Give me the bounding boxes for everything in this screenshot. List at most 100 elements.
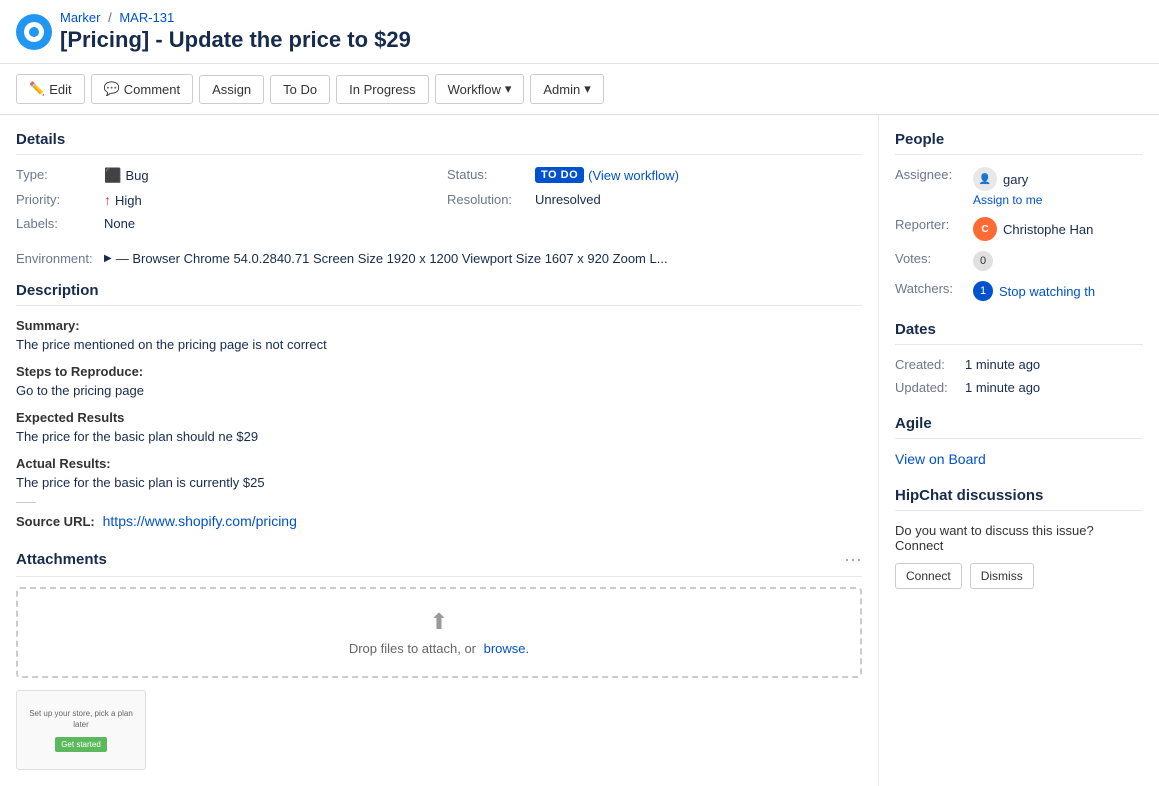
dates-section: Dates Created: 1 minute ago Updated: 1 m… — [895, 321, 1143, 395]
workflow-button[interactable]: Workflow ▾ — [435, 74, 525, 104]
todo-button[interactable]: To Do — [270, 75, 330, 104]
environment-value: ▶ — Browser Chrome 54.0.2840.71 Screen S… — [104, 251, 668, 266]
watchers-label: Watchers: — [895, 281, 965, 296]
issue-title: [Pricing] - Update the price to $29 — [60, 27, 411, 53]
summary-block: Summary: The price mentioned on the pric… — [16, 318, 862, 352]
hipchat-text: Do you want to discuss this issue? Conne… — [895, 523, 1143, 553]
watchers-value: 1 Stop watching th — [973, 281, 1095, 301]
assignee-value: 👤 gary Assign to me — [973, 167, 1042, 207]
workflow-dropdown-icon: ▾ — [505, 81, 512, 97]
reporter-value: C Christophe Han — [973, 217, 1093, 241]
source-url-link[interactable]: https://www.shopify.com/pricing — [103, 513, 297, 529]
reporter-name: Christophe Han — [1003, 222, 1093, 237]
attachments-title: Attachments — [16, 551, 107, 568]
votes-label: Votes: — [895, 251, 965, 266]
assign-button[interactable]: Assign — [199, 75, 264, 104]
thumbnail-container: Set up your store, pick a plan later Get… — [16, 690, 862, 770]
priority-label: Priority: — [16, 192, 96, 207]
labels-row: Labels: None — [16, 216, 431, 231]
updated-label: Updated: — [895, 380, 965, 395]
app-logo — [16, 14, 52, 50]
type-row: Type: ⬛ Bug — [16, 167, 431, 184]
resolution-value: Unresolved — [535, 192, 601, 207]
breadcrumb-issue[interactable]: MAR-131 — [119, 10, 174, 25]
environment-row: Environment: ▶ — Browser Chrome 54.0.284… — [16, 251, 862, 266]
summary-heading: Summary: — [16, 318, 862, 333]
comment-button[interactable]: 💬 Comment — [91, 74, 194, 104]
env-expand-icon[interactable]: ▶ — [104, 253, 112, 264]
resolution-label: Resolution: — [447, 192, 527, 207]
logo-eye-icon — [24, 22, 44, 42]
priority-row: Priority: ↑ High — [16, 192, 431, 208]
logo-pupil-icon — [29, 27, 39, 37]
attachments-header: Attachments ··· — [16, 549, 862, 577]
description-section-title: Description — [16, 282, 862, 306]
drop-zone[interactable]: ⬆ Drop files to attach, or browse. — [16, 587, 862, 678]
actual-block: Actual Results: The price for the basic … — [16, 456, 862, 490]
breadcrumb-separator: / — [108, 10, 112, 25]
thumbnail-content: Set up your store, pick a plan later Get… — [17, 700, 145, 760]
reporter-label: Reporter: — [895, 217, 965, 232]
dates-section-title: Dates — [895, 321, 1143, 345]
steps-block: Steps to Reproduce: Go to the pricing pa… — [16, 364, 862, 398]
admin-button[interactable]: Admin ▾ — [530, 74, 603, 104]
assign-to-me-link[interactable]: Assign to me — [973, 193, 1042, 207]
assignee-label: Assignee: — [895, 167, 965, 182]
desc-divider — [16, 502, 36, 503]
status-row: Status: TO DO (View workflow) — [447, 167, 862, 184]
expected-text: The price for the basic plan should ne $… — [16, 429, 862, 444]
attachments-section: Attachments ··· ⬆ Drop files to attach, … — [16, 549, 862, 770]
priority-value: ↑ High — [104, 192, 142, 208]
hipchat-section-title: HipChat discussions — [895, 487, 1143, 511]
assignee-name-row: 👤 gary — [973, 167, 1042, 191]
resolution-row: Resolution: Unresolved — [447, 192, 862, 208]
hipchat-buttons: Connect Dismiss — [895, 563, 1143, 589]
updated-row: Updated: 1 minute ago — [895, 380, 1143, 395]
thumbnail-button: Get started — [55, 737, 107, 752]
agile-section-title: Agile — [895, 415, 1143, 439]
priority-up-icon: ↑ — [104, 192, 111, 208]
breadcrumb-project[interactable]: Marker — [60, 10, 100, 25]
comment-icon: 💬 — [104, 81, 120, 97]
actual-heading: Actual Results: — [16, 456, 862, 471]
expected-heading: Expected Results — [16, 410, 862, 425]
connect-button[interactable]: Connect — [895, 563, 962, 589]
assignee-avatar: 👤 — [973, 167, 997, 191]
hipchat-section: HipChat discussions Do you want to discu… — [895, 487, 1143, 589]
steps-heading: Steps to Reproduce: — [16, 364, 862, 379]
stop-watching-link[interactable]: Stop watching th — [999, 284, 1095, 299]
status-badge: TO DO — [535, 167, 584, 183]
sidebar: People Assignee: 👤 gary Assign to me Rep… — [879, 115, 1159, 786]
breadcrumb: Marker / MAR-131 — [60, 10, 411, 25]
description-section: Description Summary: The price mentioned… — [16, 282, 862, 529]
steps-text: Go to the pricing page — [16, 383, 862, 398]
updated-value: 1 minute ago — [965, 380, 1040, 395]
votes-row: Votes: 0 — [895, 251, 1143, 271]
people-section-title: People — [895, 131, 1143, 155]
labels-label: Labels: — [16, 216, 96, 231]
assignee-name: gary — [1003, 172, 1028, 187]
actual-text: The price for the basic plan is currentl… — [16, 475, 862, 490]
details-grid: Type: ⬛ Bug Status: TO DO (View workflow… — [16, 167, 862, 231]
expected-block: Expected Results The price for the basic… — [16, 410, 862, 444]
view-workflow-link[interactable]: (View workflow) — [588, 168, 679, 183]
header-bar: Marker / MAR-131 [Pricing] - Update the … — [0, 0, 1159, 64]
watchers-badge: 1 — [973, 281, 993, 301]
main-content: Details Type: ⬛ Bug Status: TO DO (View … — [0, 115, 879, 786]
attachments-menu-icon[interactable]: ··· — [844, 549, 862, 570]
created-row: Created: 1 minute ago — [895, 357, 1143, 372]
type-label: Type: — [16, 167, 96, 182]
drop-text: Drop files to attach, or — [349, 641, 476, 656]
edit-button[interactable]: ✏️ Edit — [16, 74, 85, 104]
details-section-title: Details — [16, 131, 862, 155]
reporter-row: Reporter: C Christophe Han — [895, 217, 1143, 241]
in-progress-button[interactable]: In Progress — [336, 75, 428, 104]
environment-label: Environment: — [16, 251, 96, 266]
source-block: Source URL: https://www.shopify.com/pric… — [16, 513, 862, 529]
view-on-board-link[interactable]: View on Board — [895, 451, 986, 467]
dismiss-button[interactable]: Dismiss — [970, 563, 1034, 589]
reporter-avatar: C — [973, 217, 997, 241]
status-value: TO DO (View workflow) — [535, 167, 679, 183]
browse-link[interactable]: browse. — [484, 641, 530, 656]
labels-value: None — [104, 216, 135, 231]
